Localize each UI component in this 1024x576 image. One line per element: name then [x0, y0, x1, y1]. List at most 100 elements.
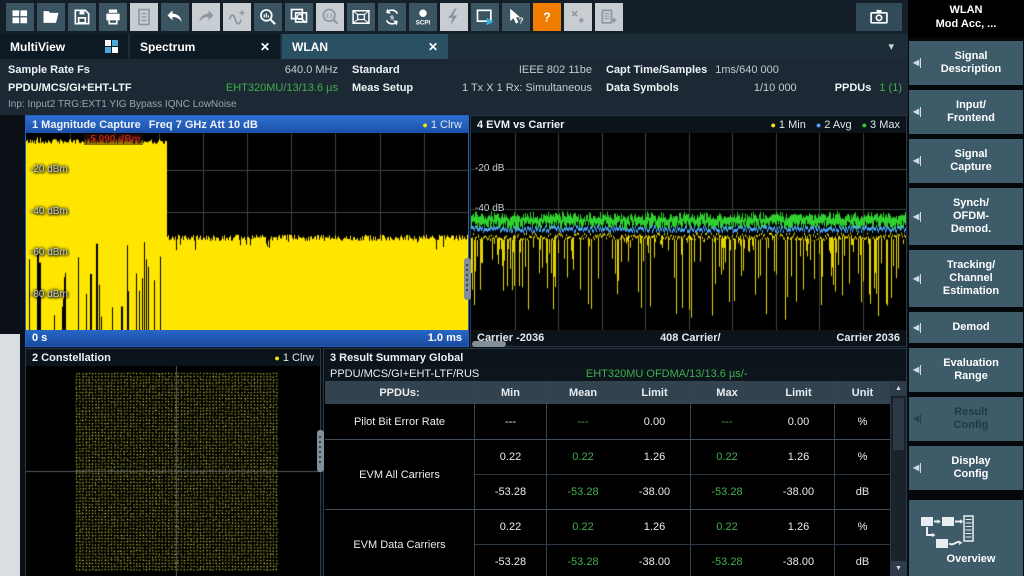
- undo-button[interactable]: [161, 3, 189, 31]
- field-label: Meas Setup: [352, 82, 413, 94]
- open-panel-arrow-icon: ◀: [913, 107, 921, 117]
- display-frame-button[interactable]: [347, 3, 375, 31]
- context-help-button[interactable]: ?: [502, 3, 530, 31]
- multiview-grid-icon: [105, 40, 118, 53]
- open-panel-arrow-icon: ◀: [913, 365, 921, 375]
- tab-spectrum[interactable]: Spectrum ✕: [130, 34, 280, 59]
- result-cell: -53.28: [547, 474, 619, 509]
- screenshot-button[interactable]: [856, 3, 902, 31]
- scrollbar-thumb[interactable]: [893, 398, 904, 450]
- softkey-signal-capture[interactable]: ◀SignalCapture: [909, 139, 1023, 183]
- close-tab-icon[interactable]: ✕: [260, 40, 270, 54]
- help-button[interactable]: ?: [533, 3, 561, 31]
- softkey-evaluation-range[interactable]: ◀EvaluationRange: [909, 348, 1023, 392]
- window-play-icon: [475, 7, 495, 27]
- magnitude-capture-plot[interactable]: -5.090 dBm -20 dBm-40 dBm-60 dBm-80 dBm: [26, 133, 468, 330]
- table-scrollbar[interactable]: ▲ ▼: [890, 381, 906, 576]
- instrument-event-button[interactable]: [440, 3, 468, 31]
- trace-dot-icon: ●: [816, 120, 821, 130]
- multiple-zoom-button[interactable]: [285, 3, 313, 31]
- application-measurement: Mod Acc, ...: [908, 17, 1024, 31]
- result-cell: %: [835, 509, 890, 544]
- folder-icon: [41, 7, 61, 27]
- application-name: WLAN: [908, 3, 1024, 17]
- window-title: 3 Result Summary Global: [330, 352, 463, 364]
- scroll-down-icon[interactable]: ▼: [891, 561, 906, 576]
- run-window-button[interactable]: [471, 3, 499, 31]
- field-label: Sample Rate Fs: [8, 64, 90, 76]
- open-panel-arrow-icon: ◀: [913, 274, 921, 284]
- zoom-one-to-one-button[interactable]: 1:1: [316, 3, 344, 31]
- result-column-header: Limit: [763, 381, 835, 404]
- softkey-input-frontend[interactable]: ◀Input/Frontend: [909, 90, 1023, 134]
- field-label: PPDUs: [835, 82, 872, 94]
- softkey-label: OFDM-: [919, 210, 1023, 223]
- window-constellation[interactable]: 2 Constellation ●1 Clrw: [25, 348, 321, 576]
- softkey-demod[interactable]: ◀Demod: [909, 312, 1023, 343]
- collapsed-panel-strip[interactable]: [0, 334, 23, 576]
- window-settings: Freq 7 GHz Att 10 dB: [149, 119, 258, 131]
- printer-icon: [103, 7, 123, 27]
- result-cell: ---: [547, 404, 619, 439]
- sequencer-button[interactable]: s: [378, 3, 406, 31]
- field-value: 1 Tx X 1 Rx: Simultaneous: [462, 82, 592, 94]
- window-magnitude-capture[interactable]: 1 Magnitude Capture Freq 7 GHz Att 10 dB…: [25, 115, 469, 347]
- undo-icon: [165, 7, 185, 27]
- graphical-zoom-button[interactable]: [254, 3, 282, 31]
- wave-plus-icon: [227, 7, 247, 27]
- softkey-tracking-channel-estimation[interactable]: ◀Tracking/ChannelEstimation: [909, 250, 1023, 307]
- scroll-up-icon[interactable]: ▲: [891, 381, 906, 396]
- constellation-plot[interactable]: [26, 366, 320, 576]
- svg-text:SCPI: SCPI: [416, 20, 431, 27]
- save-button[interactable]: [68, 3, 96, 31]
- window-title-bar: 1 Magnitude Capture Freq 7 GHz Att 10 dB…: [26, 116, 468, 133]
- softkey-result-config[interactable]: ◀ResultConfig: [909, 397, 1023, 441]
- softkey-display-config[interactable]: ◀DisplayConfig: [909, 446, 1023, 490]
- softkey-overview[interactable]: Overview: [909, 500, 1023, 576]
- svg-text:?: ?: [518, 16, 523, 26]
- tab-wlan[interactable]: WLAN ✕: [282, 34, 448, 59]
- legend-item: ●2 Avg: [816, 119, 852, 131]
- splitter-handle[interactable]: [472, 341, 506, 347]
- tab-multiview[interactable]: MultiView: [0, 34, 128, 59]
- trace-dot-icon: ●: [770, 120, 775, 130]
- softkey-signal-description[interactable]: ◀SignalDescription: [909, 41, 1023, 85]
- splitter-handle[interactable]: [464, 258, 471, 300]
- instrument-screen: 1:1 s SCPI?? MultiView Spectrum ✕ WLAN ✕ ▾…: [0, 0, 1024, 576]
- field-label: Data Symbols: [606, 82, 679, 94]
- floppy-icon: [72, 7, 92, 27]
- trace-dot-icon: ●: [274, 353, 279, 363]
- result-cell: 1.26: [763, 509, 835, 544]
- print-button[interactable]: [99, 3, 127, 31]
- windows-menu-button[interactable]: [6, 3, 34, 31]
- tab-list-dropdown-icon[interactable]: ▾: [874, 40, 908, 53]
- result-column-header: PPDUs:: [325, 381, 475, 404]
- open-file-button[interactable]: [37, 3, 65, 31]
- softkey-label: Display: [919, 455, 1023, 468]
- softkey-label: Synch/: [919, 197, 1023, 210]
- add-pane-button[interactable]: [595, 3, 623, 31]
- field-value: 640.0 MHz: [285, 64, 338, 76]
- result-cell: dB: [835, 474, 890, 509]
- result-column-header: Limit: [619, 381, 691, 404]
- result-row-label: Pilot Bit Error Rate: [325, 404, 475, 439]
- report-button[interactable]: [130, 3, 158, 31]
- result-row-label: EVM All Carriers: [325, 439, 475, 509]
- redo-button[interactable]: [192, 3, 220, 31]
- softkey-synch-ofdm-demod[interactable]: ◀Synch/OFDM-Demod.: [909, 188, 1023, 245]
- application-label: WLAN Mod Acc, ...: [908, 0, 1024, 37]
- scpi-recorder-button[interactable]: SCPI: [409, 3, 437, 31]
- close-pane-button[interactable]: [564, 3, 592, 31]
- window-evm-vs-carrier[interactable]: 4 EVM vs Carrier ●1 Min●2 Avg●3 Max -20 …: [470, 115, 907, 347]
- result-cell: -53.28: [547, 544, 619, 576]
- evm-vs-carrier-plot[interactable]: -20 dB-40 dB: [471, 133, 906, 330]
- close-tab-icon[interactable]: ✕: [428, 40, 438, 54]
- result-cell: 0.22: [475, 439, 547, 474]
- zoom-annotation-button[interactable]: [223, 3, 251, 31]
- trace-label: 1 Clrw: [283, 352, 314, 364]
- splitter-handle[interactable]: [317, 430, 324, 472]
- param-value: EHT320MU OFDMA/13/13.6 µs/-: [586, 368, 748, 380]
- field-label: Standard: [352, 64, 400, 76]
- window-result-summary[interactable]: 3 Result Summary Global PPDU/MCS/GI+EHT-…: [323, 348, 907, 576]
- x-axis-right-label: Carrier 2036: [836, 332, 900, 344]
